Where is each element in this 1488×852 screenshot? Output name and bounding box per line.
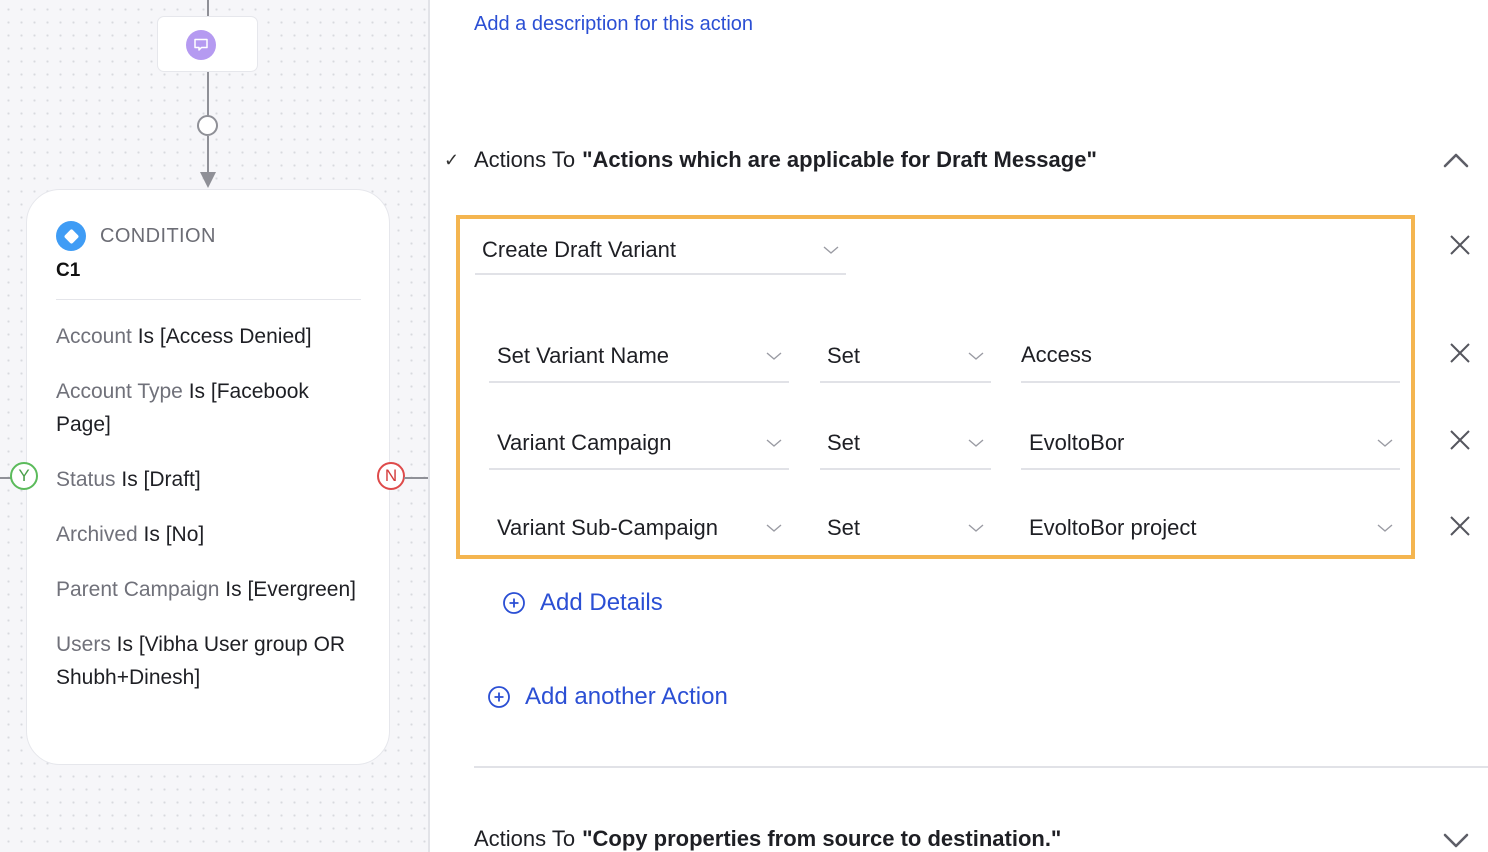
remove-detail-close-icon[interactable] [1448,341,1472,365]
check-icon: ✓ [444,149,460,170]
condition-item: Archived Is [No] [56,518,356,551]
variant-sub-campaign-select[interactable]: EvoltoBor project [1021,504,1400,552]
condition-item: Status Is [Draft] [56,463,356,496]
variant-sub-campaign-value: EvoltoBor project [1029,515,1197,540]
detail-field-value: Set Variant Name [497,343,670,368]
section-title: "Copy properties from source to destinat… [582,826,1062,851]
detail-field-value: Variant Sub-Campaign [497,515,718,540]
remove-detail-close-icon[interactable] [1448,514,1472,538]
arrow-down-icon [200,172,216,188]
variant-name-input[interactable]: Access [1021,328,1400,383]
detail-field-select[interactable]: Variant Campaign [489,418,789,470]
condition-field: Account Type [56,380,183,403]
condition-diamond-icon [56,221,86,251]
detail-operator-value: Set [827,343,861,368]
condition-value: Is [Evergreen] [219,578,356,601]
add-description-link[interactable]: Add a description for this action [474,13,753,36]
variant-name-input-value: Access [1021,341,1092,367]
chevron-down-icon [766,439,782,447]
connector-line-mid [207,72,209,116]
condition-value: Is [No] [137,523,205,546]
detail-field-value: Variant Campaign [497,430,672,455]
condition-item: Account Type Is [Facebook Page] [56,375,356,441]
add-another-action-label: Add another Action [525,683,728,710]
condition-item: Users Is [Vibha User group OR Shubh+Dine… [56,628,356,694]
chat-bubble-icon [186,30,216,60]
remove-detail-close-icon[interactable] [1448,428,1472,452]
detail-operator-select[interactable]: Set [820,418,991,470]
condition-value: Is [Draft] [115,468,201,491]
section-header-draft-actions[interactable]: ✓ Actions To "Actions which are applicab… [444,147,1097,173]
condition-item: Parent Campaign Is [Evergreen] [56,573,356,606]
add-node-junction[interactable] [197,115,218,136]
action-type-select[interactable]: Create Draft Variant [475,226,846,275]
connector-line-bottom [207,136,209,176]
chevron-down-icon[interactable] [1442,826,1470,852]
chevron-down-icon [968,524,984,532]
condition-field: Archived [56,523,138,546]
detail-field-select[interactable]: Variant Sub-Campaign [489,504,789,552]
workflow-canvas[interactable]: CONDITION C1 Account Is [Access Denied] … [0,0,430,852]
chevron-down-icon [968,352,984,360]
variant-campaign-value: EvoltoBor [1029,430,1125,455]
detail-operator-select[interactable]: Set [820,331,991,383]
add-details-label: Add Details [540,589,663,616]
no-branch-handle[interactable]: N [377,462,405,490]
action-type-value: Create Draft Variant [482,236,677,262]
condition-value: Is [Access Denied] [131,325,312,348]
chevron-down-icon [968,439,984,447]
no-branch-line [404,477,428,479]
section-header-copy-properties[interactable]: Actions To "Copy properties from source … [474,826,1061,852]
chevron-down-icon [766,352,782,360]
section-title: "Actions which are applicable for Draft … [582,147,1097,172]
section-divider [474,766,1488,768]
add-details-button[interactable]: Add Details [502,589,663,617]
remove-action-close-icon[interactable] [1448,233,1472,257]
condition-item: Account Is [Access Denied] [56,320,356,353]
condition-type-label: CONDITION [100,224,216,247]
condition-field: Parent Campaign [56,578,220,601]
yes-branch-handle[interactable]: Y [10,462,38,490]
detail-operator-value: Set [827,515,861,540]
section-prefix: Actions To [474,826,576,851]
chevron-down-icon [1377,439,1393,447]
divider [56,299,361,300]
chevron-down-icon [766,524,782,532]
condition-list: Account Is [Access Denied] Account Type … [56,320,356,716]
condition-field: Users [56,633,111,656]
condition-field: Account [56,325,132,348]
connector-line-top [207,0,209,16]
add-another-action-button[interactable]: Add another Action [487,683,728,711]
condition-node[interactable]: CONDITION C1 Account Is [Access Denied] … [26,189,390,765]
detail-field-select[interactable]: Set Variant Name [489,331,789,383]
variant-campaign-select[interactable]: EvoltoBor [1021,418,1400,470]
chevron-down-icon [1377,524,1393,532]
plus-circle-icon [488,686,510,708]
plus-circle-icon [503,592,525,614]
chevron-up-icon[interactable] [1442,146,1470,174]
condition-field: Status [56,468,116,491]
detail-operator-select[interactable]: Set [820,504,991,552]
detail-operator-value: Set [827,430,861,455]
message-node[interactable] [157,16,258,72]
condition-id: C1 [56,260,81,281]
section-prefix: Actions To [474,147,576,172]
chevron-down-icon [823,245,839,254]
